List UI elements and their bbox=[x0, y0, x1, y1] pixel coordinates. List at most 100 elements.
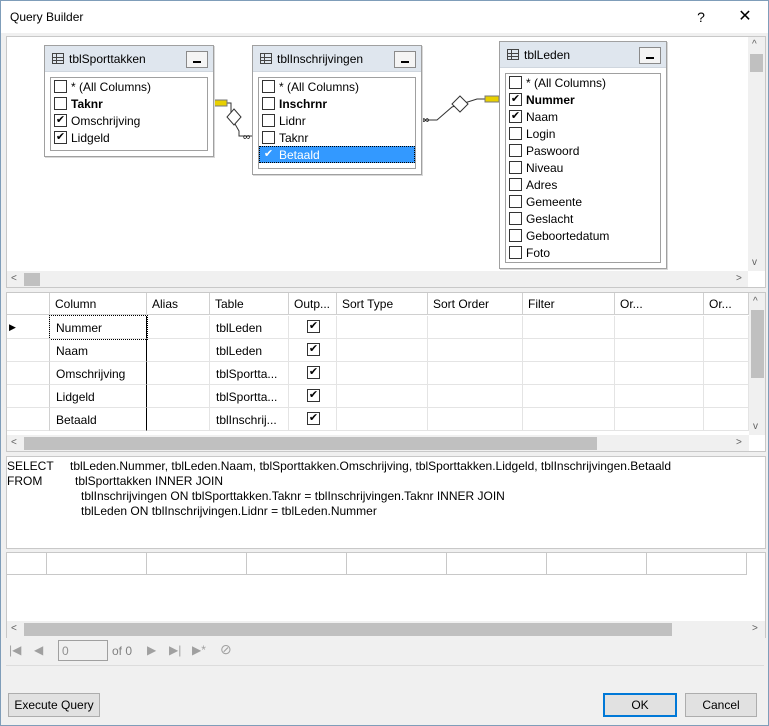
record-position-input[interactable]: 0 bbox=[58, 640, 108, 661]
grid-cell-alias[interactable] bbox=[147, 362, 210, 385]
scroll-left-icon[interactable]: < bbox=[11, 623, 17, 634]
minimize-table-button[interactable] bbox=[639, 47, 661, 64]
diagram-horizontal-scrollbar[interactable]: < > bbox=[7, 271, 748, 287]
column-checkbox[interactable] bbox=[262, 114, 275, 127]
table-column-item[interactable]: Inschrnr bbox=[259, 95, 415, 112]
grid-cell-table[interactable]: tblSportta... bbox=[210, 362, 289, 385]
output-checkbox[interactable]: ✔ bbox=[307, 389, 320, 402]
grid-row[interactable]: Lidgeld tblSportta... ✔ bbox=[7, 385, 749, 408]
table-column-item[interactable]: * (All Columns) bbox=[259, 78, 415, 95]
col-header-column[interactable]: Column bbox=[50, 293, 147, 315]
output-checkbox[interactable]: ✔ bbox=[307, 366, 320, 379]
column-checkbox[interactable]: ✔ bbox=[54, 131, 67, 144]
table-column-item[interactable]: ✔ Omschrijving bbox=[51, 112, 207, 129]
row-selector[interactable] bbox=[7, 339, 50, 362]
grid-cell-alias[interactable] bbox=[147, 339, 210, 362]
grid-cell-column[interactable]: Nummer bbox=[49, 315, 148, 340]
column-checkbox[interactable] bbox=[509, 144, 522, 157]
first-record-icon[interactable]: |◀ bbox=[9, 643, 21, 657]
scroll-right-icon[interactable]: > bbox=[736, 273, 742, 284]
output-cell[interactable]: ✔ bbox=[289, 362, 337, 385]
column-checkbox[interactable] bbox=[509, 229, 522, 242]
row-selector[interactable] bbox=[7, 385, 50, 408]
scroll-down-icon[interactable]: v bbox=[753, 421, 758, 432]
scroll-left-icon[interactable]: < bbox=[11, 437, 17, 448]
scroll-right-icon[interactable]: > bbox=[736, 437, 742, 448]
grid-cell-empty[interactable] bbox=[615, 408, 704, 431]
table-column-item[interactable]: Gemeente bbox=[506, 193, 660, 210]
grid-cell-table[interactable]: tblLeden bbox=[210, 339, 289, 362]
grid-cell-empty[interactable] bbox=[337, 339, 428, 362]
table-header[interactable]: tblInschrijvingen bbox=[253, 46, 421, 72]
row-selector[interactable] bbox=[7, 362, 50, 385]
scroll-thumb[interactable] bbox=[24, 437, 597, 450]
table-box-inschrijvingen[interactable]: tblInschrijvingen * (All Columns) Inschrn… bbox=[252, 45, 422, 175]
grid-cell-column[interactable]: Betaald bbox=[50, 408, 147, 431]
execute-query-button[interactable]: Execute Query bbox=[8, 693, 100, 717]
criteria-grid[interactable]: Column Alias Table Outp... Sort Type Sor… bbox=[6, 292, 766, 452]
minimize-table-button[interactable] bbox=[186, 51, 208, 68]
output-cell[interactable]: ✔ bbox=[289, 316, 337, 339]
table-column-item[interactable]: * (All Columns) bbox=[51, 78, 207, 95]
scroll-up-icon[interactable]: ^ bbox=[752, 39, 757, 50]
col-header-alias[interactable]: Alias bbox=[147, 293, 210, 315]
help-button[interactable]: ? bbox=[687, 5, 715, 29]
grid-cell-empty[interactable] bbox=[615, 339, 704, 362]
next-record-icon[interactable]: ▶ bbox=[147, 643, 156, 657]
grid-cell-empty[interactable] bbox=[337, 362, 428, 385]
cancel-button[interactable]: Cancel bbox=[685, 693, 757, 717]
grid-cell-empty[interactable] bbox=[523, 385, 615, 408]
col-header-or-1[interactable]: Or... bbox=[615, 293, 704, 315]
table-column-item[interactable]: Geboortedatum bbox=[506, 227, 660, 244]
table-header[interactable]: tblSporttakken bbox=[45, 46, 213, 72]
output-cell[interactable]: ✔ bbox=[289, 339, 337, 362]
output-checkbox[interactable]: ✔ bbox=[307, 343, 320, 356]
grid-cell-empty[interactable] bbox=[523, 408, 615, 431]
scroll-right-icon[interactable]: > bbox=[752, 623, 758, 634]
grid-horizontal-scrollbar[interactable]: < > bbox=[7, 435, 749, 451]
grid-cell-empty[interactable] bbox=[428, 316, 523, 339]
col-header-sort-order[interactable]: Sort Order bbox=[428, 293, 523, 315]
grid-cell-empty[interactable] bbox=[615, 316, 704, 339]
scroll-up-icon[interactable]: ^ bbox=[753, 296, 758, 307]
grid-cell-empty[interactable] bbox=[704, 385, 749, 408]
grid-cell-empty[interactable] bbox=[428, 385, 523, 408]
grid-cell-empty[interactable] bbox=[523, 362, 615, 385]
table-column-item[interactable]: Paswoord bbox=[506, 142, 660, 159]
grid-cell-table[interactable]: tblInschrij... bbox=[210, 408, 289, 431]
table-column-item[interactable]: Adres bbox=[506, 176, 660, 193]
column-checkbox[interactable]: ✔ bbox=[262, 148, 275, 161]
column-checkbox[interactable] bbox=[509, 127, 522, 140]
grid-cell-empty[interactable] bbox=[337, 385, 428, 408]
grid-cell-empty[interactable] bbox=[337, 316, 428, 339]
table-column-item[interactable]: Niveau bbox=[506, 159, 660, 176]
col-header-or-2[interactable]: Or... bbox=[704, 293, 749, 315]
col-header-sort-type[interactable]: Sort Type bbox=[337, 293, 428, 315]
minimize-table-button[interactable] bbox=[394, 51, 416, 68]
output-checkbox[interactable]: ✔ bbox=[307, 412, 320, 425]
column-checkbox[interactable]: ✔ bbox=[509, 110, 522, 123]
table-column-item[interactable]: * (All Columns) bbox=[506, 74, 660, 91]
column-checkbox[interactable] bbox=[509, 212, 522, 225]
last-record-icon[interactable]: ▶| bbox=[169, 643, 181, 657]
grid-cell-empty[interactable] bbox=[428, 339, 523, 362]
column-checkbox[interactable] bbox=[54, 80, 67, 93]
col-header-output[interactable]: Outp... bbox=[289, 293, 337, 315]
table-column-item[interactable]: ✔ Betaald bbox=[259, 146, 415, 163]
table-column-item[interactable]: ✔ Naam bbox=[506, 108, 660, 125]
col-header-table[interactable]: Table bbox=[210, 293, 289, 315]
table-box-leden[interactable]: tblLeden * (All Columns) ✔ Nummer ✔ Naam Logi… bbox=[499, 41, 667, 269]
table-column-item[interactable]: ✔ Lidgeld bbox=[51, 129, 207, 146]
close-button[interactable]: ✕ bbox=[731, 5, 759, 29]
table-column-item[interactable]: Foto bbox=[506, 244, 660, 261]
table-column-item[interactable]: Login bbox=[506, 125, 660, 142]
scroll-thumb[interactable] bbox=[751, 310, 764, 378]
table-header[interactable]: tblLeden bbox=[500, 42, 666, 68]
grid-cell-alias[interactable] bbox=[147, 316, 210, 339]
grid-vertical-scrollbar[interactable]: ^ v bbox=[749, 293, 765, 435]
grid-cell-empty[interactable] bbox=[615, 385, 704, 408]
results-pane[interactable]: < > bbox=[6, 552, 766, 638]
table-column-item[interactable]: Geslacht bbox=[506, 210, 660, 227]
results-horizontal-scrollbar[interactable]: < > bbox=[7, 621, 765, 638]
grid-cell-column[interactable]: Naam bbox=[50, 339, 147, 362]
